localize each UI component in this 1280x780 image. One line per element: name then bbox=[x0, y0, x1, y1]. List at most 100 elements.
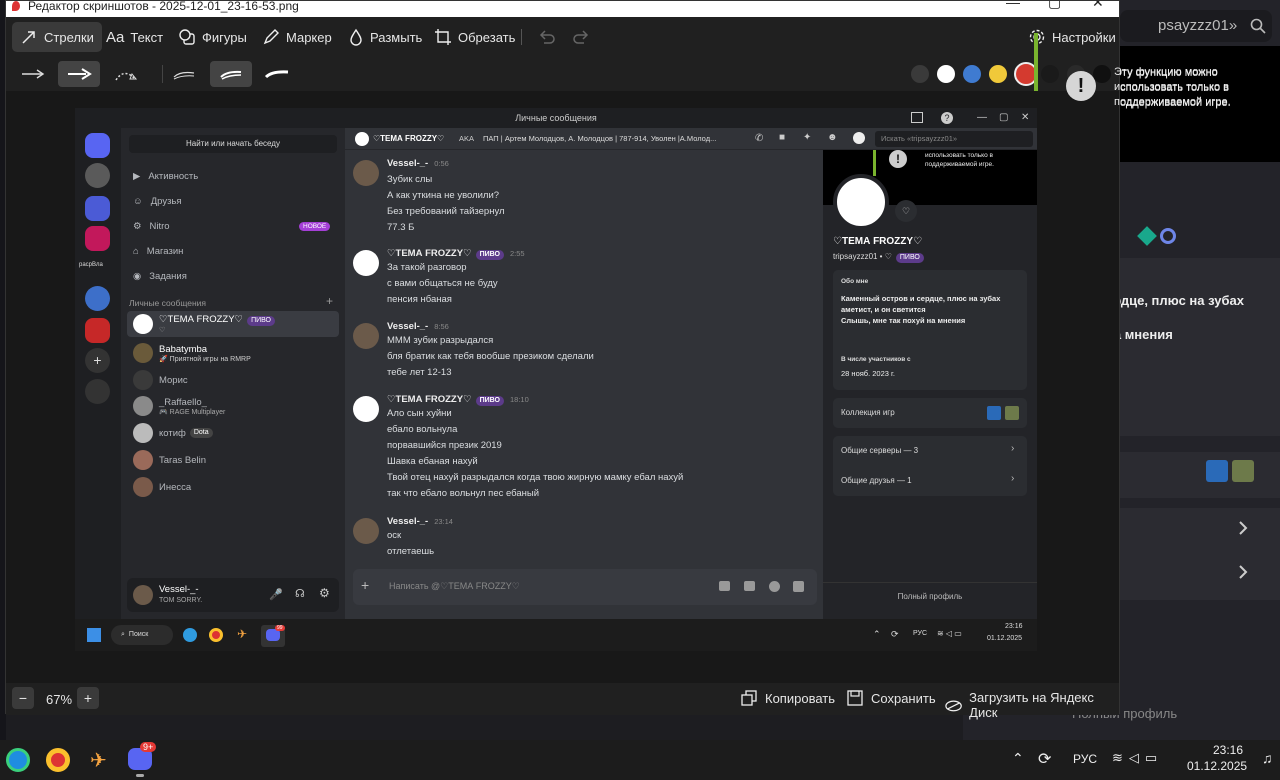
maximize-button[interactable]: ▢ bbox=[1048, 1, 1061, 9]
arrow-style-thin-icon[interactable] bbox=[20, 67, 46, 81]
pin-icon[interactable]: ✦ bbox=[803, 132, 811, 143]
rocket-app-icon[interactable]: ✈ bbox=[90, 748, 107, 773]
zoom-out-button[interactable]: − bbox=[12, 687, 34, 709]
clock-time[interactable]: 23:16 bbox=[1213, 743, 1243, 757]
server-icon[interactable] bbox=[85, 163, 110, 188]
profile-avatar[interactable] bbox=[833, 174, 889, 230]
game-collection-card[interactable]: Коллекция игр bbox=[833, 398, 1027, 428]
avatar[interactable] bbox=[353, 250, 379, 276]
background-games-card[interactable] bbox=[1100, 452, 1280, 498]
inbox-icon[interactable] bbox=[911, 112, 923, 123]
dm-item[interactable]: Инесса bbox=[127, 475, 339, 499]
profile-toggle-icon[interactable] bbox=[853, 132, 865, 144]
dm-item[interactable]: ♡ТЕМА FROZZY♡ ПИВО ♡ bbox=[127, 311, 339, 337]
chrome-icon[interactable] bbox=[46, 748, 70, 772]
stroke-thick-icon[interactable] bbox=[264, 67, 290, 81]
discord-close-button[interactable]: ✕ bbox=[1021, 108, 1029, 128]
wifi-sound-battery-icons[interactable]: ≋◁▭ bbox=[1112, 750, 1163, 766]
server-icon[interactable] bbox=[85, 318, 110, 343]
inner-search-box[interactable]: ⌕ Поиск bbox=[111, 625, 173, 645]
new-dm-button[interactable]: + bbox=[326, 294, 333, 308]
inner-date[interactable]: 01.12.2025 bbox=[987, 635, 1022, 642]
chat-search-input[interactable]: Искать «tripsayzzz01» bbox=[875, 131, 1033, 147]
tool-arrows-button[interactable]: Стрелки bbox=[12, 22, 102, 52]
windows-start-icon[interactable] bbox=[87, 628, 101, 642]
stroke-medium-button[interactable] bbox=[210, 61, 252, 87]
dm-item[interactable]: котиф Dota bbox=[127, 421, 339, 445]
upload-yandex-disk-button[interactable]: Загрузить на Яндекс Диск bbox=[944, 690, 1119, 720]
message-author[interactable]: Vessel-_- bbox=[387, 158, 428, 169]
dm-item[interactable]: Морис bbox=[127, 368, 339, 392]
nav-quests[interactable]: ◉ Задания bbox=[127, 264, 339, 288]
chrome-icon[interactable] bbox=[209, 628, 223, 642]
color-swatch-white[interactable] bbox=[937, 65, 955, 83]
edge-icon[interactable] bbox=[183, 628, 197, 642]
server-icon[interactable] bbox=[85, 286, 110, 311]
server-icon[interactable] bbox=[85, 196, 110, 221]
avatar[interactable] bbox=[353, 323, 379, 349]
color-swatch-blue[interactable] bbox=[963, 65, 981, 83]
message-author[interactable]: ♡ТЕМА FROZZY♡ bbox=[387, 394, 472, 405]
video-icon[interactable]: ■ bbox=[779, 132, 785, 143]
help-icon[interactable]: ? bbox=[941, 112, 953, 124]
microphone-icon[interactable]: 🎤 bbox=[269, 588, 283, 601]
color-swatch-dark[interactable] bbox=[911, 65, 929, 83]
stroke-thin-icon[interactable] bbox=[172, 67, 196, 81]
mutual-friends-link[interactable]: Общие друзья — 1 bbox=[841, 476, 912, 485]
avatar[interactable] bbox=[353, 396, 379, 422]
emoji-icon[interactable] bbox=[769, 581, 780, 592]
background-links-card[interactable] bbox=[1100, 508, 1280, 600]
avatar[interactable] bbox=[353, 518, 379, 544]
copy-button[interactable]: Копировать bbox=[741, 690, 835, 706]
discord-home-button[interactable] bbox=[85, 133, 110, 158]
message-composer[interactable]: + Написать @♡ТЕМА FROZZY♡ bbox=[353, 569, 817, 605]
avatar[interactable] bbox=[353, 160, 379, 186]
server-icon[interactable] bbox=[85, 226, 110, 251]
headphones-icon[interactable]: ☊ bbox=[295, 587, 305, 600]
background-search-input[interactable]: psayzzz01» bbox=[1120, 10, 1272, 42]
undo-icon[interactable] bbox=[538, 29, 556, 45]
find-conversation-button[interactable]: Найти или начать беседу bbox=[129, 135, 337, 153]
close-button[interactable]: ✕ bbox=[1092, 1, 1104, 9]
wifi-sound-battery-icons[interactable]: ≋ ◁ ▭ bbox=[937, 629, 962, 638]
dm-item[interactable]: Taras Belin bbox=[127, 448, 339, 472]
arrow-style-solid-button[interactable] bbox=[58, 61, 100, 87]
nav-nitro[interactable]: ⚙ Nitro НОВОЕ bbox=[127, 214, 339, 238]
explore-icon[interactable] bbox=[85, 379, 110, 404]
color-swatch-black-2[interactable] bbox=[1093, 65, 1111, 83]
sticker-icon[interactable] bbox=[744, 581, 755, 591]
sync-icon[interactable]: ⟳ bbox=[891, 629, 899, 640]
attach-plus-icon[interactable]: + bbox=[361, 577, 369, 593]
edge-icon[interactable] bbox=[6, 748, 30, 772]
avatar[interactable] bbox=[133, 585, 153, 605]
zoom-in-button[interactable]: + bbox=[77, 687, 99, 709]
server-label[interactable]: pacpВла bbox=[79, 262, 103, 268]
inner-time[interactable]: 23:16 bbox=[1005, 623, 1023, 630]
editor-canvas[interactable]: Личные сообщения ? — ▢ ✕ pacpВла + Найти… bbox=[6, 91, 1119, 683]
nav-friends[interactable]: ☺ Друзья bbox=[127, 189, 339, 213]
discord-icon[interactable]: 9+ bbox=[128, 742, 157, 770]
add-friend-icon[interactable]: ☻ bbox=[827, 132, 838, 143]
dm-item[interactable]: Babatymba 🚀 Приятной игры на RMRP bbox=[127, 340, 339, 366]
message-author[interactable]: ♡ТЕМА FROZZY♡ bbox=[387, 248, 472, 259]
rocket-app-icon[interactable]: ✈ bbox=[237, 627, 247, 641]
full-profile-link[interactable]: Полный профиль bbox=[823, 592, 1037, 601]
minimize-button[interactable]: — bbox=[1006, 1, 1020, 9]
color-swatch-black[interactable] bbox=[1041, 65, 1059, 83]
nav-shop[interactable]: ⌂ Магазин bbox=[127, 239, 339, 263]
nav-activity[interactable]: ▶ Активность bbox=[127, 164, 339, 188]
gif-icon[interactable] bbox=[719, 581, 730, 591]
message-author[interactable]: Vessel-_- bbox=[387, 516, 428, 527]
discord-maximize-button[interactable]: ▢ bbox=[999, 108, 1008, 128]
gear-icon[interactable]: ⚙ bbox=[319, 586, 330, 600]
tool-figures-button[interactable]: Фигуры bbox=[170, 22, 255, 52]
redo-icon[interactable] bbox=[572, 29, 590, 45]
tray-chevron-icon[interactable]: ⌃ bbox=[1012, 750, 1024, 767]
sync-icon[interactable]: ⟳ bbox=[1038, 749, 1051, 769]
phone-icon[interactable]: ✆ bbox=[755, 133, 763, 144]
tool-text-button[interactable]: Aa Текст bbox=[98, 22, 171, 52]
tool-marker-button[interactable]: Маркер bbox=[254, 22, 340, 52]
message-author[interactable]: Vessel-_- bbox=[387, 321, 428, 332]
discord-taskbar-button[interactable]: 99 bbox=[261, 625, 285, 647]
tray-chevron-icon[interactable]: ⌃ bbox=[873, 629, 881, 640]
